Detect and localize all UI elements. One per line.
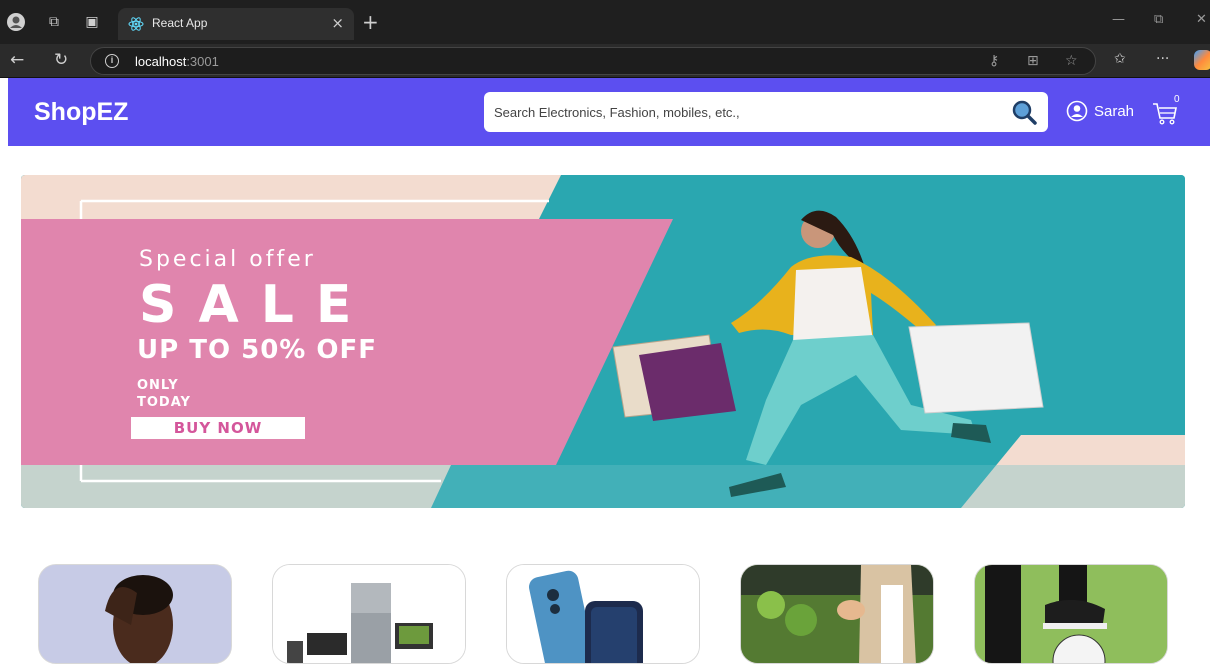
brand-logo[interactable]: ShopEZ	[34, 98, 128, 127]
app-header: ShopEZ Sarah 0	[8, 78, 1210, 146]
address-bar: ← ↻ i localhost:3001 ⚷ ⊞ ☆ ✩ ···	[0, 44, 1210, 78]
banner-today: TODAY	[137, 395, 191, 410]
password-key-icon[interactable]: ⚷	[989, 53, 999, 69]
mobiles-photo	[507, 565, 699, 663]
category-card-groceries[interactable]	[740, 564, 934, 664]
user-name: Sarah	[1094, 102, 1135, 120]
browser-tab[interactable]: React App ×	[118, 8, 354, 40]
promo-banner[interactable]: Special offer SALE UP TO 50% OFF ONLY TO…	[21, 175, 1185, 508]
tab-title: React App	[152, 16, 208, 30]
fashion-man-photo	[39, 565, 231, 663]
restore-icon[interactable]: ⧉	[1154, 12, 1163, 27]
minimize-icon[interactable]: —	[1112, 12, 1125, 27]
browser-tab-strip: ⧉ ▣ React App × + — ⧉ ✕	[0, 0, 1210, 44]
cart-count-badge: 0	[1174, 94, 1180, 105]
banner-discount: UP TO 50% OFF	[137, 335, 378, 365]
react-favicon	[128, 17, 144, 31]
tab-actions-icon[interactable]: ▣	[82, 12, 102, 32]
groceries-photo	[741, 565, 933, 663]
more-icon[interactable]: ···	[1156, 51, 1169, 67]
split-screen-icon[interactable]: ⊞	[1027, 53, 1039, 69]
category-card-fashion[interactable]	[38, 564, 232, 664]
workspaces-icon[interactable]: ⧉	[44, 12, 64, 32]
close-tab-icon[interactable]: ×	[331, 14, 344, 32]
refresh-icon[interactable]: ↻	[54, 50, 68, 70]
user-icon	[1066, 100, 1088, 122]
banner-only-today: ONLY TODAY	[137, 377, 191, 411]
close-window-icon[interactable]: ✕	[1196, 12, 1207, 27]
favorite-star-icon[interactable]: ☆	[1065, 53, 1078, 69]
banner-sale: SALE	[139, 275, 374, 335]
profile-icon[interactable]	[6, 12, 26, 32]
sports-football-photo	[975, 565, 1167, 663]
category-card-mobiles[interactable]	[506, 564, 700, 664]
site-info-icon[interactable]: i	[105, 54, 119, 68]
favorites-icon[interactable]: ✩	[1114, 51, 1126, 67]
user-menu[interactable]: Sarah	[1066, 100, 1134, 122]
url-field[interactable]: i localhost:3001 ⚷ ⊞ ☆	[90, 47, 1096, 75]
url-text[interactable]: localhost:3001	[135, 54, 219, 69]
category-cards	[0, 564, 1210, 664]
banner-only: ONLY	[137, 378, 179, 393]
back-icon[interactable]: ←	[10, 50, 24, 70]
search-input[interactable]	[494, 102, 994, 122]
search-icon[interactable]	[1010, 98, 1038, 126]
search-bar	[484, 92, 1048, 132]
new-tab-icon[interactable]: +	[362, 10, 379, 34]
copilot-icon[interactable]	[1194, 50, 1210, 70]
banner-special-offer: Special offer	[139, 247, 316, 272]
buy-now-button[interactable]: BUY NOW	[131, 417, 305, 439]
category-card-sports[interactable]	[974, 564, 1168, 664]
electronics-appliances-photo	[273, 565, 465, 663]
category-card-electronics[interactable]	[272, 564, 466, 664]
